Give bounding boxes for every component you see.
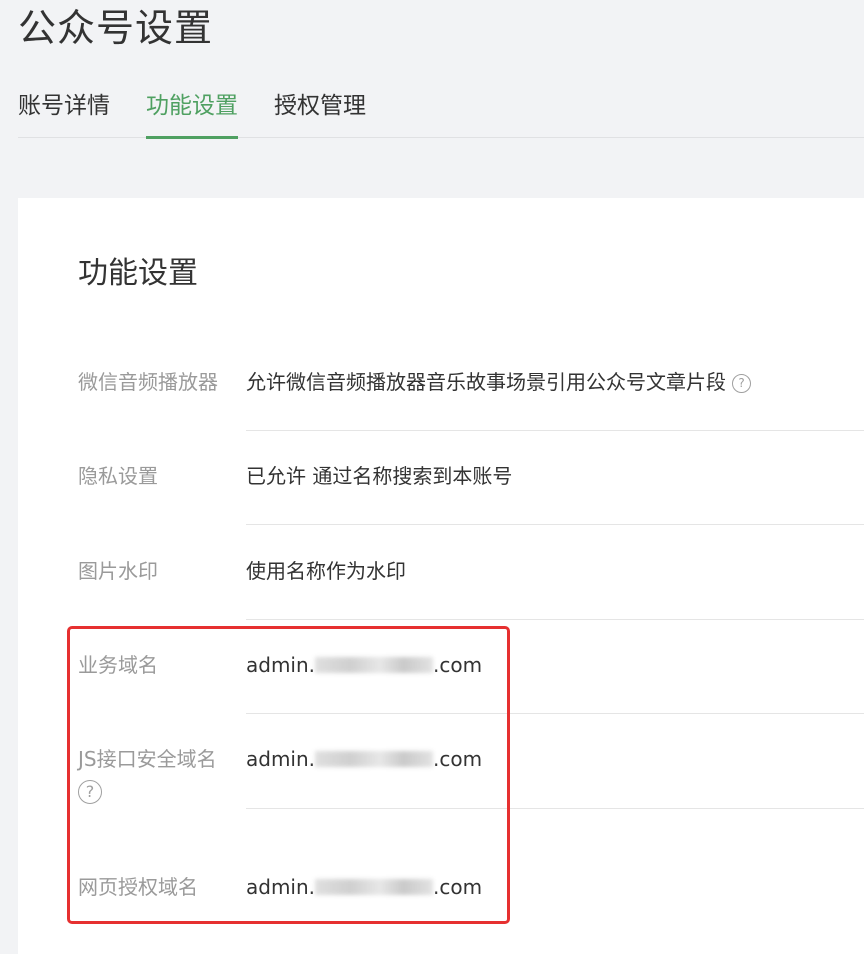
setting-label: 隐私设置 — [78, 464, 158, 488]
setting-value-text: 允许微信音频播放器音乐故事场景引用公众号文章片段 — [246, 370, 726, 394]
setting-row-audio-player: 微信音频播放器 允许微信音频播放器音乐故事场景引用公众号文章片段? — [78, 368, 864, 431]
setting-row-watermark: 图片水印 使用名称作为水印 — [78, 557, 864, 620]
tab-authorization-management[interactable]: 授权管理 — [274, 84, 366, 137]
question-circle-icon[interactable]: ? — [732, 374, 751, 393]
setting-label: 图片水印 — [78, 559, 158, 583]
setting-value: 允许微信音频播放器音乐故事场景引用公众号文章片段? — [246, 368, 864, 431]
setting-value: 已允许 通过名称搜索到本账号 — [246, 462, 864, 525]
setting-value: 使用名称作为水印 — [246, 557, 864, 620]
highlight-box — [67, 626, 510, 924]
setting-row-privacy: 隐私设置 已允许 通过名称搜索到本账号 — [78, 462, 864, 525]
tab-bar: 账号详情 功能设置 授权管理 — [18, 84, 864, 139]
page-title: 公众号设置 — [18, 6, 214, 50]
card-title: 功能设置 — [78, 256, 198, 291]
tab-account-details[interactable]: 账号详情 — [18, 84, 110, 137]
setting-label: 微信音频播放器 — [78, 370, 218, 394]
tab-feature-settings[interactable]: 功能设置 — [146, 84, 238, 139]
